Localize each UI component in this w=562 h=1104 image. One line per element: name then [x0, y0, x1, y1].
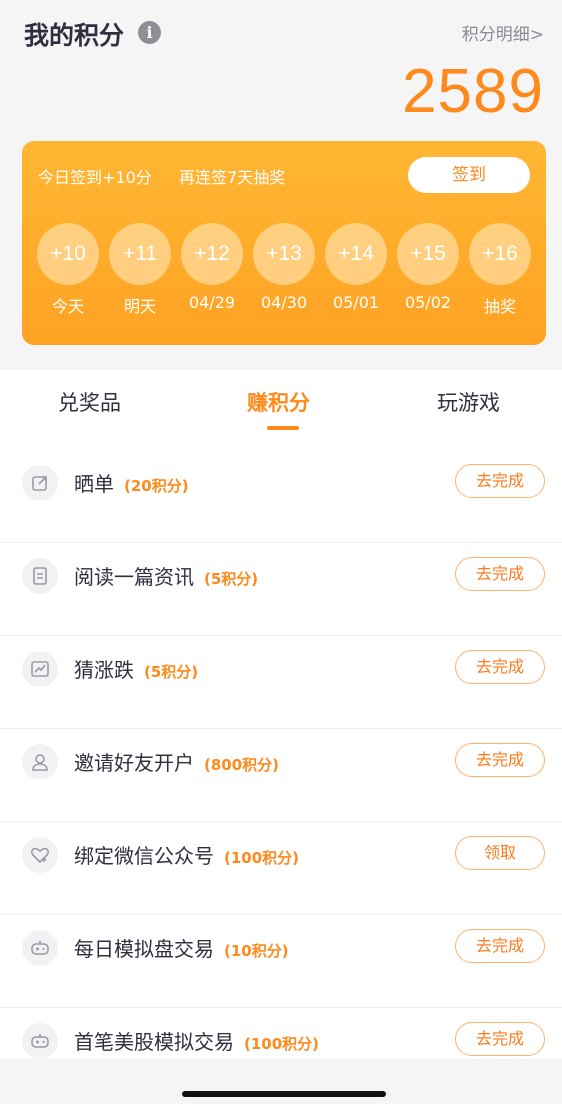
day-label: 明天: [123, 297, 156, 316]
day-label: 05/02: [404, 293, 452, 312]
day-bonus: +14: [325, 223, 387, 285]
gamepad-icon: [22, 1023, 58, 1059]
checkin-day: +11 明天: [108, 223, 172, 317]
task-points: (800积分): [204, 756, 280, 774]
checkin-streak-text: 再连签7天抽奖: [179, 168, 286, 187]
share-icon: [22, 465, 58, 501]
task-action-button[interactable]: 去完成: [455, 929, 545, 963]
checkin-day: +12 04/29: [180, 223, 244, 312]
task-action-button[interactable]: 去完成: [455, 650, 545, 684]
task-action-button[interactable]: 去完成: [455, 1022, 545, 1056]
checkin-day: +15 05/02: [396, 223, 460, 312]
checkin-day: +16 抽奖: [468, 223, 532, 317]
task-action-button[interactable]: 去完成: [455, 464, 545, 498]
task-row: 邀请好友开户 (800积分) 去完成: [0, 729, 562, 822]
task-action-button[interactable]: 去完成: [455, 557, 545, 591]
task-row: 晒单 (20积分) 去完成: [0, 450, 562, 543]
day-label: 04/29: [188, 293, 236, 312]
chart-icon: [22, 651, 58, 687]
checkin-day: +10 今天: [36, 223, 100, 317]
day-label: 04/30: [260, 293, 308, 312]
points-header: 我的积分 i 积分明细> 2589 今日签到+10分 再连签7天抽奖 签到 +1…: [0, 0, 562, 370]
heart-plus-icon: [22, 837, 58, 873]
day-label: 05/01: [332, 293, 380, 312]
task-row: 猜涨跌 (5积分) 去完成: [0, 636, 562, 729]
day-label: 今天: [51, 297, 84, 316]
checkin-button[interactable]: 签到: [408, 157, 530, 193]
task-title: 阅读一篇资讯 (5积分): [74, 565, 259, 589]
tab-bar: 兑奖品 赚积分 玩游戏: [0, 370, 562, 450]
task-points: (100积分): [244, 1035, 320, 1053]
task-title: 绑定微信公众号 (100积分): [74, 844, 300, 868]
tab-earn[interactable]: 赚积分: [247, 387, 310, 417]
task-row: 每日模拟盘交易 (10积分) 去完成: [0, 915, 562, 1008]
checkin-card: 今日签到+10分 再连签7天抽奖 签到 +10 今天 +11 明天 +12 04…: [22, 141, 546, 345]
day-bonus: +15: [397, 223, 459, 285]
task-row: 阅读一篇资讯 (5积分) 去完成: [0, 543, 562, 636]
document-icon: [22, 558, 58, 594]
points-detail-link[interactable]: 积分明细>: [462, 20, 544, 45]
checkin-day: +13 04/30: [252, 223, 316, 312]
day-bonus: +10: [37, 223, 99, 285]
active-tab-indicator: [267, 426, 299, 430]
tab-redeem[interactable]: 兑奖品: [58, 387, 121, 417]
task-points: (10积分): [224, 942, 289, 960]
task-title: 首笔美股模拟交易 (100积分): [74, 1030, 320, 1054]
home-indicator[interactable]: [182, 1091, 386, 1097]
day-bonus: +11: [109, 223, 171, 285]
task-points: (20积分): [124, 477, 189, 495]
task-title: 每日模拟盘交易 (10积分): [74, 937, 289, 961]
task-row: 首笔美股模拟交易 (100积分) 去完成: [0, 1008, 562, 1059]
tab-games[interactable]: 玩游戏: [437, 387, 500, 417]
task-title: 邀请好友开户 (800积分): [74, 751, 280, 775]
day-bonus: +13: [253, 223, 315, 285]
task-action-button[interactable]: 去完成: [455, 743, 545, 777]
points-balance: 2589: [402, 57, 544, 126]
day-bonus: +12: [181, 223, 243, 285]
checkin-days: +10 今天 +11 明天 +12 04/29 +13 04/30 +14 05…: [36, 223, 536, 333]
checkin-today-text: 今日签到+10分: [38, 168, 152, 187]
checkin-day: +14 05/01: [324, 223, 388, 312]
task-points: (5积分): [204, 570, 259, 588]
task-title: 晒单 (20积分): [74, 472, 189, 496]
task-action-button[interactable]: 领取: [455, 836, 545, 870]
info-icon[interactable]: i: [138, 21, 161, 44]
task-list: 晒单 (20积分) 去完成 阅读一篇资讯 (5积分) 去完成 猜涨跌 (5积分) 去完…: [0, 450, 562, 1059]
page-title: 我的积分: [24, 21, 125, 50]
user-icon: [22, 744, 58, 780]
task-row: 绑定微信公众号 (100积分) 领取: [0, 822, 562, 915]
gamepad-icon: [22, 930, 58, 966]
task-points: (100积分): [224, 849, 300, 867]
day-bonus: +16: [469, 223, 531, 285]
task-title: 猜涨跌 (5积分): [74, 658, 199, 682]
task-points: (5积分): [144, 663, 199, 681]
day-label: 抽奖: [483, 297, 516, 316]
